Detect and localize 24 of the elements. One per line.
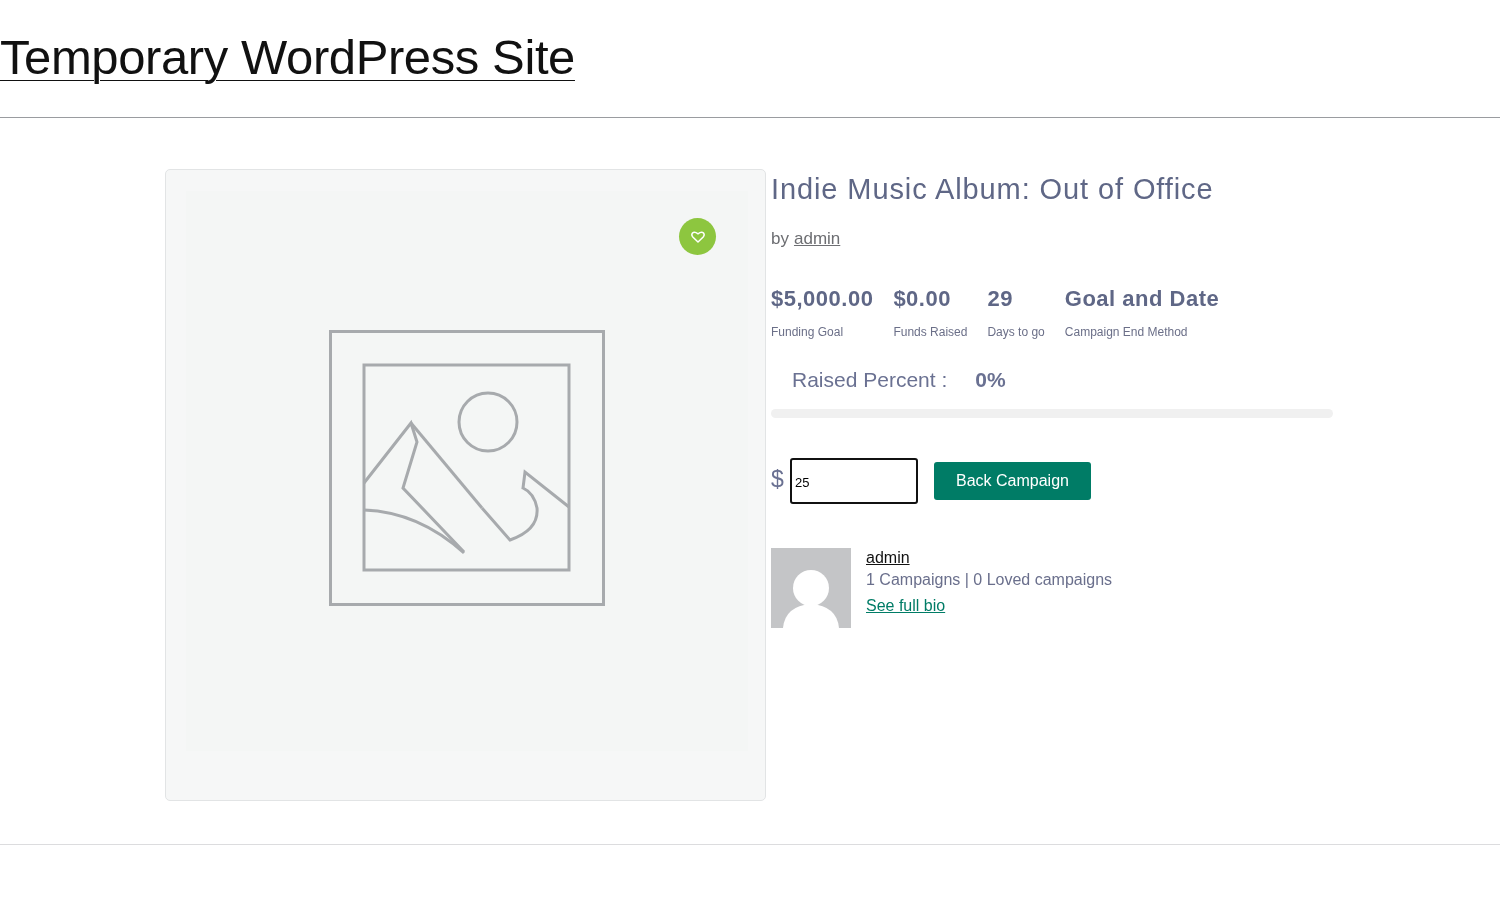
site-title-link[interactable]: Temporary WordPress Site (0, 28, 575, 86)
favorite-button[interactable] (679, 218, 716, 255)
author-name-link[interactable]: admin (866, 548, 910, 568)
full-bio-link[interactable]: See full bio (866, 596, 946, 616)
currency-symbol: $ (771, 465, 785, 494)
amount-input[interactable]: 25 (790, 458, 918, 504)
author-stats: 1 Campaigns | 0 Loved campaigns (866, 570, 1113, 590)
stat-label: Funds Raised (893, 324, 968, 340)
stat-value: Goal and Date (1064, 285, 1220, 313)
stat-value: 29 (987, 285, 1014, 313)
stat-label: Campaign End Method (1064, 324, 1189, 340)
heart-icon (690, 230, 705, 243)
stat-label: Funding Goal (771, 324, 845, 340)
stat-value: $0.00 (893, 285, 952, 313)
avatar-icon (771, 548, 851, 628)
byline-label: by (771, 228, 789, 250)
stat-label: Days to go (987, 324, 1045, 340)
campaign-title: Indie Music Album: Out of Office (771, 172, 1215, 206)
stat-value: $5,000.00 (771, 285, 874, 313)
author-link[interactable]: admin (793, 227, 841, 251)
back-campaign-button[interactable]: Back Campaign (934, 462, 1091, 500)
raised-percent-label: Raised Percent : (792, 367, 948, 393)
raised-percent-value: 0% (975, 367, 1006, 393)
image-icon (329, 330, 605, 606)
